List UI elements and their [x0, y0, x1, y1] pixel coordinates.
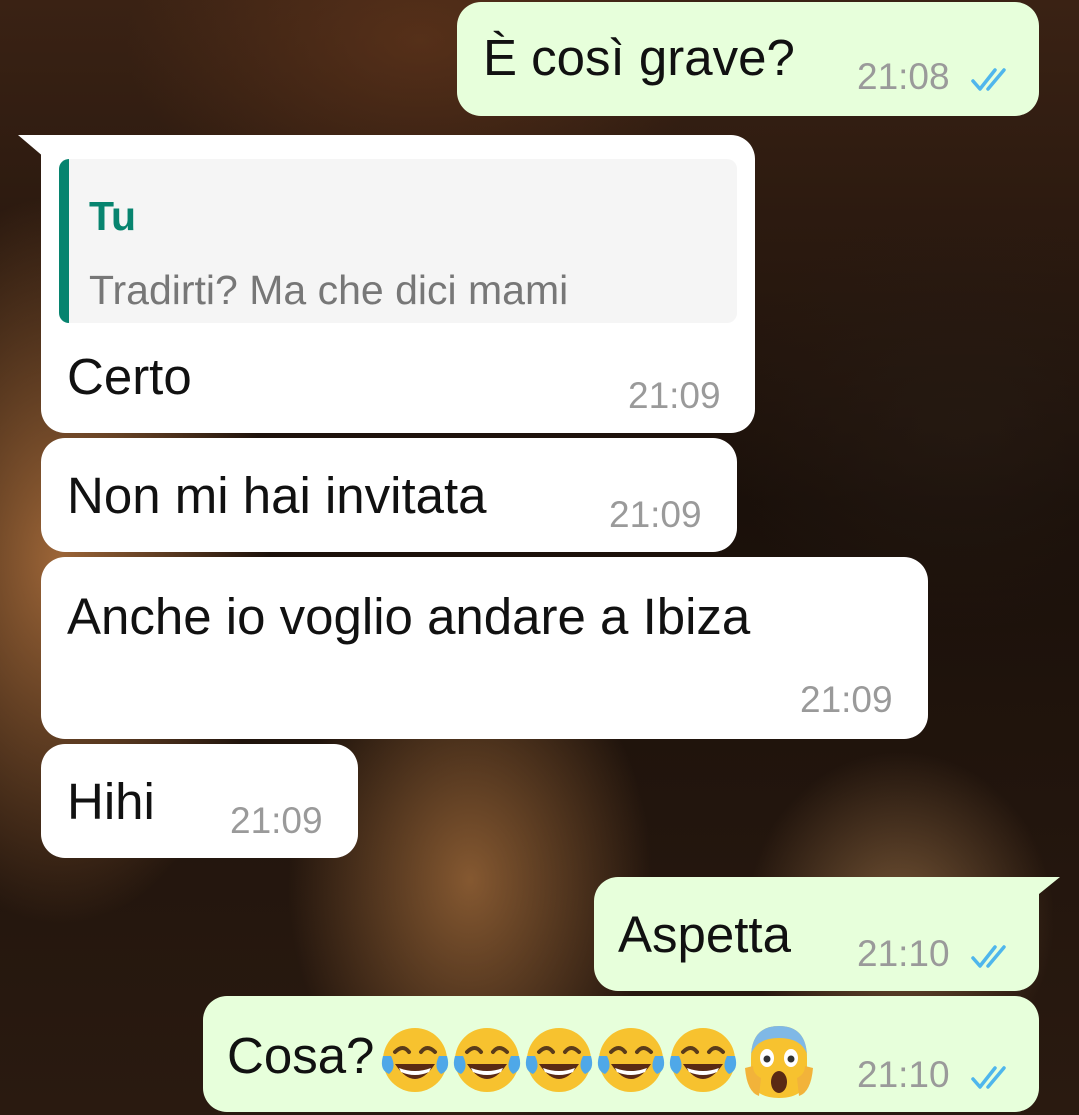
face-with-tears-of-joy-icon	[669, 1028, 737, 1092]
face-with-tears-of-joy-icon	[453, 1028, 521, 1092]
message-bubble-incoming[interactable]: Tu Tradirti? Ma che dici mami Certo 21:0…	[41, 135, 755, 433]
face-with-tears-of-joy-icon	[597, 1028, 665, 1092]
message-text: Aspetta	[618, 906, 791, 963]
message-bubble-outgoing[interactable]: Aspetta 21:10	[594, 877, 1039, 991]
face-screaming-in-fear-icon	[745, 1026, 813, 1098]
message-text: Non mi hai invitata	[67, 467, 487, 524]
quoted-message[interactable]: Tu Tradirti? Ma che dici mami	[59, 159, 737, 323]
message-bubble-outgoing[interactable]: Cosa? 21:10	[203, 996, 1039, 1112]
quote-author: Tu	[89, 193, 137, 239]
message-text: Cosa?	[227, 1027, 375, 1084]
quote-text: Tradirti? Ma che dici mami	[89, 267, 569, 313]
message-bubble-incoming[interactable]: Non mi hai invitata 21:09	[41, 438, 737, 552]
quote-accent-bar	[59, 159, 69, 323]
message-text: Hihi	[67, 773, 155, 830]
message-text: Anche io voglio andare a Ibiza	[67, 588, 751, 645]
message-text: È così grave?	[483, 29, 795, 86]
face-with-tears-of-joy-icon	[525, 1028, 593, 1092]
message-time: 21:10	[857, 933, 950, 974]
double-check-icon	[971, 68, 1006, 91]
message-bubble-outgoing[interactable]: È così grave? 21:08	[457, 2, 1039, 116]
message-time: 21:09	[230, 800, 323, 841]
message-bubble-incoming[interactable]: Anche io voglio andare a Ibiza 21:09	[41, 557, 928, 739]
message-bubble-incoming[interactable]: Hihi 21:09	[41, 744, 358, 858]
double-check-icon	[971, 945, 1006, 968]
message-time: 21:09	[628, 375, 721, 416]
message-time: 21:10	[857, 1054, 950, 1095]
message-time: 21:09	[800, 679, 893, 720]
message-time: 21:09	[609, 494, 702, 535]
face-with-tears-of-joy-icon	[381, 1028, 449, 1092]
double-check-icon	[971, 1066, 1006, 1089]
message-text: Certo	[67, 348, 192, 405]
message-time: 21:08	[857, 56, 950, 97]
